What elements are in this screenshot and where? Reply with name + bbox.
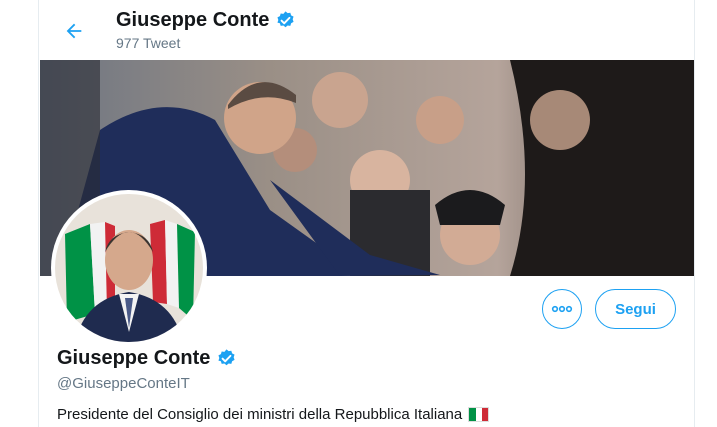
profile-bio: Presidente del Consiglio dei ministri de… bbox=[57, 406, 490, 423]
back-button[interactable] bbox=[57, 14, 91, 48]
profile-name-row: Giuseppe Conte bbox=[57, 347, 237, 370]
profile-header: Giuseppe Conte 977 Tweet bbox=[39, 0, 694, 60]
follow-button[interactable]: Segui bbox=[595, 289, 676, 329]
tweet-count: 977 Tweet bbox=[116, 35, 181, 51]
profile-column: Giuseppe Conte 977 Tweet Segui Giuseppe … bbox=[38, 0, 695, 427]
more-dots-icon bbox=[551, 305, 573, 313]
italy-flag-icon bbox=[468, 407, 490, 422]
avatar[interactable] bbox=[51, 190, 207, 346]
profile-name: Giuseppe Conte bbox=[57, 347, 211, 369]
header-name: Giuseppe Conte bbox=[116, 9, 270, 31]
verified-badge-icon bbox=[218, 349, 235, 366]
bio-text: Presidente del Consiglio dei ministri de… bbox=[57, 406, 463, 423]
verified-badge-icon bbox=[277, 10, 294, 27]
profile-handle: @GiuseppeConteIT bbox=[57, 375, 190, 392]
more-options-button[interactable] bbox=[542, 289, 582, 329]
arrow-left-icon bbox=[66, 23, 82, 39]
header-title: Giuseppe Conte 977 Tweet bbox=[116, 7, 296, 51]
avatar-photo bbox=[55, 194, 203, 342]
